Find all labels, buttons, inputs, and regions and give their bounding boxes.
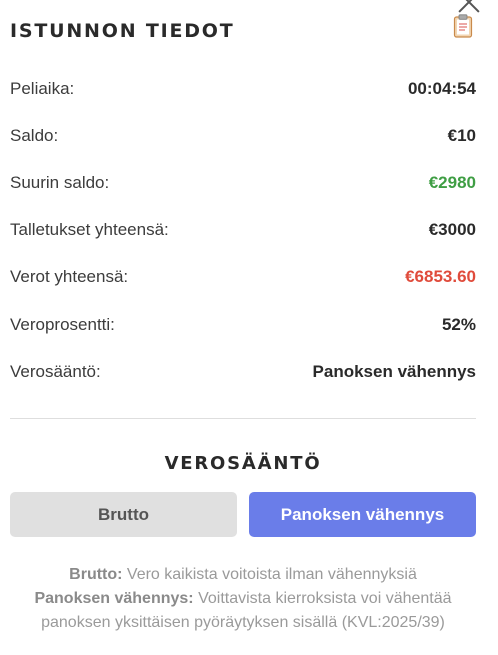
description-term: Panoksen vähennys: bbox=[34, 590, 194, 607]
divider bbox=[10, 418, 476, 419]
stat-row-max-balance: Suurin saldo: €2980 bbox=[10, 159, 476, 206]
brutto-button[interactable]: Brutto bbox=[10, 492, 237, 537]
stat-value: €10 bbox=[447, 125, 476, 145]
stat-label: Talletukset yhteensä: bbox=[10, 220, 169, 240]
stat-label: Peliaika: bbox=[10, 78, 75, 98]
stat-row-total-taxes: Verot yhteensä: €6853.60 bbox=[10, 254, 476, 301]
stat-row-tax-rule: Verosääntö: Panoksen vähennys bbox=[10, 348, 476, 395]
clipboard-icon[interactable] bbox=[453, 13, 473, 38]
stat-row-tax-percentage: Veroprosentti: 52% bbox=[10, 301, 476, 348]
brutto-description: Brutto: Vero kaikista voitoista ilman vä… bbox=[10, 563, 476, 587]
stat-value: 00:04:54 bbox=[407, 78, 476, 98]
panel-header: ISTUNNON TIEDOT bbox=[10, 13, 476, 45]
session-info-panel: ISTUNNON TIEDOT Peliaika: 00:04:54 Saldo… bbox=[0, 0, 498, 655]
stake-deduction-description: Panoksen vähennys: Voittavista kierroksi… bbox=[10, 587, 476, 635]
stat-row-total-deposits: Talletukset yhteensä: €3000 bbox=[10, 207, 476, 254]
tax-rule-description: Brutto: Vero kaikista voitoista ilman vä… bbox=[10, 563, 476, 635]
tax-rule-toggle: Brutto Panoksen vähennys bbox=[10, 492, 476, 537]
stat-label: Verot yhteensä: bbox=[10, 267, 129, 287]
stat-value: 52% bbox=[441, 314, 476, 334]
stat-label: Saldo: bbox=[10, 125, 59, 145]
copy-button[interactable] bbox=[453, 13, 476, 43]
stat-value: €6853.60 bbox=[405, 267, 476, 287]
session-stats: Peliaika: 00:04:54 Saldo: €10 Suurin sal… bbox=[10, 65, 476, 395]
stat-row-balance: Saldo: €10 bbox=[10, 112, 476, 159]
stat-row-playtime: Peliaika: 00:04:54 bbox=[10, 65, 476, 112]
stat-label: Veroprosentti: bbox=[10, 314, 115, 334]
panel-title: ISTUNNON TIEDOT bbox=[10, 20, 235, 42]
stat-value: €3000 bbox=[428, 220, 476, 240]
stat-value: €2980 bbox=[428, 172, 476, 192]
stat-label: Verosääntö: bbox=[10, 361, 101, 381]
stat-value: Panoksen vähennys bbox=[312, 361, 476, 381]
tax-rule-title: VEROSÄÄNTÖ bbox=[164, 453, 322, 474]
description-text: Vero kaikista voitoista ilman vähennyksi… bbox=[122, 566, 417, 583]
stat-label: Suurin saldo: bbox=[10, 172, 110, 192]
stake-deduction-button[interactable]: Panoksen vähennys bbox=[249, 492, 476, 537]
description-term: Brutto: bbox=[69, 566, 123, 583]
